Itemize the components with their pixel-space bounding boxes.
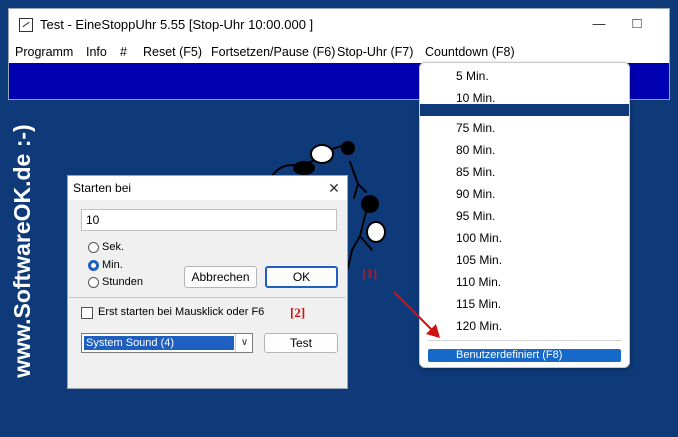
red-arrow-icon: [393, 291, 440, 338]
selected-item-label: Benutzerdefiniert (F8): [456, 349, 563, 361]
radio-min[interactable]: [88, 260, 99, 271]
window-title: Test - EineStoppUhr 5.55 [Stop-Uhr 10:00…: [40, 17, 314, 32]
chevron-down-icon[interactable]: ∨: [235, 334, 253, 352]
start-dialog: Starten bei ✕ Sek. Min. Stunden Abbreche…: [67, 175, 348, 389]
title-bar: Test - EineStoppUhr 5.55 [Stop-Uhr 10:00…: [9, 9, 669, 41]
menu-info[interactable]: Info: [86, 45, 107, 59]
dialog-close-button[interactable]: ✕: [323, 177, 345, 199]
menu-bar: Programm Info # Reset (F5) Fortsetzen/Pa…: [9, 41, 669, 63]
ok-button[interactable]: OK: [265, 266, 338, 288]
sound-select[interactable]: System Sound (4) ∨: [81, 333, 253, 353]
menu-hash[interactable]: #: [120, 45, 127, 59]
dropdown-item[interactable]: 85 Min.: [456, 165, 495, 179]
radio-stunden-label: Stunden: [102, 276, 143, 288]
menu-reset[interactable]: Reset (F5): [143, 45, 202, 59]
dropdown-item[interactable]: 75 Min.: [456, 121, 495, 135]
test-sound-button[interactable]: Test: [264, 333, 338, 353]
radio-min-label: Min.: [102, 259, 123, 271]
cancel-button[interactable]: Abbrechen: [184, 266, 257, 288]
dropdown-item[interactable]: 80 Min.: [456, 143, 495, 157]
minimize-button[interactable]: —: [589, 15, 609, 33]
menu-stop-uhr[interactable]: Stop-Uhr (F7): [337, 45, 413, 59]
menu-cut-gap: [420, 104, 629, 116]
menu-fortsetzen-pause[interactable]: Fortsetzen/Pause (F6): [211, 45, 335, 59]
annotation-label-2: [2]: [290, 305, 306, 320]
start-value-input[interactable]: [81, 209, 337, 231]
radio-sek[interactable]: [88, 242, 99, 253]
radio-sek-label: Sek.: [102, 241, 125, 253]
start-on-click-checkbox[interactable]: [81, 307, 93, 319]
menu-programm[interactable]: Programm: [15, 45, 73, 59]
dropdown-item[interactable]: 90 Min.: [456, 187, 495, 201]
dropdown-item[interactable]: 95 Min.: [456, 209, 495, 223]
dropdown-item[interactable]: 110 Min.: [456, 275, 501, 289]
annotation-label-1: [1]: [362, 266, 378, 281]
watermark: www.SoftwareOK.de :-): [9, 124, 35, 378]
dialog-title-bar: Starten bei ✕: [68, 176, 347, 200]
dropdown-item[interactable]: 105 Min.: [456, 253, 502, 267]
dropdown-item[interactable]: 115 Min.: [456, 297, 501, 311]
start-on-click-label: Erst starten bei Mausklick oder F6: [98, 306, 265, 318]
dropdown-item[interactable]: 10 Min.: [456, 91, 495, 105]
dialog-separator: [69, 297, 346, 298]
menu-separator: [428, 340, 622, 341]
countdown-dropdown: 5 Min. 10 Min. 75 Min. 80 Min. 85 Min. 9…: [419, 62, 630, 368]
radio-stunden[interactable]: [88, 277, 99, 288]
dropdown-item[interactable]: 120 Min.: [456, 319, 502, 333]
menu-countdown[interactable]: Countdown (F8): [425, 45, 515, 59]
dropdown-item[interactable]: 5 Min.: [456, 69, 489, 83]
stopwatch-app-icon: [19, 18, 33, 32]
sound-select-value: System Sound (4): [84, 336, 234, 350]
dropdown-item[interactable]: 100 Min.: [456, 231, 502, 245]
dialog-title: Starten bei: [73, 181, 132, 195]
maximize-button[interactable]: □: [627, 15, 647, 33]
